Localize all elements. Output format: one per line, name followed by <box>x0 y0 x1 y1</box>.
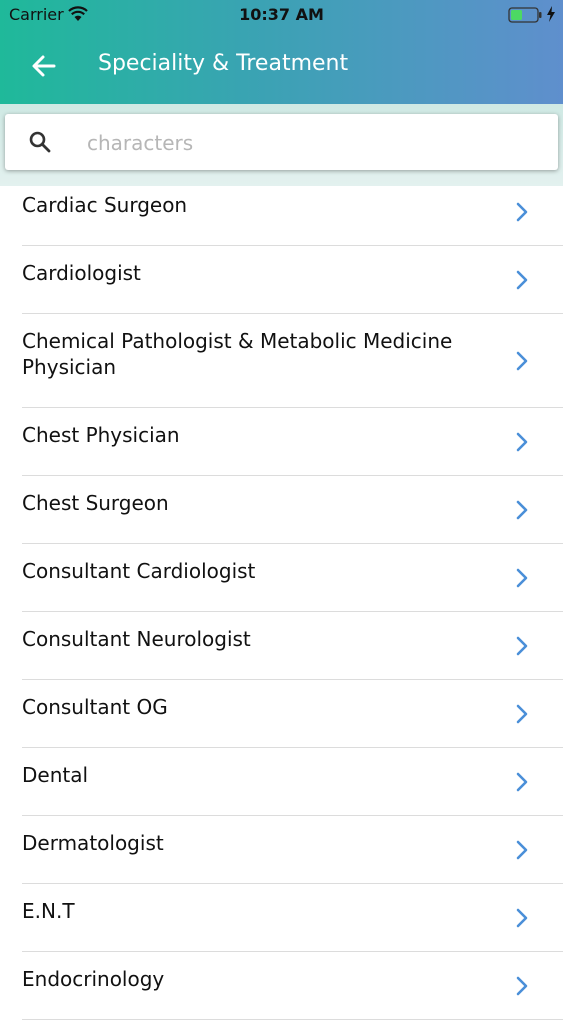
page-title: Speciality & Treatment <box>98 51 349 76</box>
list-item[interactable]: Endocrinology <box>22 952 563 1020</box>
list-item-label: E.N.T <box>22 899 75 923</box>
chevron-right-icon <box>515 839 529 867</box>
chevron-right-icon <box>515 201 529 229</box>
list-item[interactable]: Consultant OG <box>22 680 563 748</box>
list-item[interactable]: Chest Surgeon <box>22 476 563 544</box>
list-item[interactable]: Dental <box>22 748 563 816</box>
list-item-label: Dermatologist <box>22 831 164 855</box>
search-bar[interactable] <box>5 114 558 170</box>
list-item-label: Consultant Neurologist <box>22 627 251 651</box>
list-item-label: Endocrinology <box>22 967 165 991</box>
list-item-label: Chest Physician <box>22 423 180 447</box>
list-item-label: Cardiologist <box>22 261 141 285</box>
speciality-list: Cardiac Surgeon Cardiologist Chemical Pa… <box>0 178 563 1020</box>
chevron-right-icon <box>515 499 529 527</box>
chevron-right-icon <box>515 975 529 1003</box>
list-item-label: Chemical Pathologist & Metabolic Medicin… <box>22 329 453 379</box>
list-item[interactable]: Consultant Cardiologist <box>22 544 563 612</box>
list-item-label: Dental <box>22 763 89 787</box>
list-item[interactable]: E.N.T <box>22 884 563 952</box>
list-item[interactable]: Cardiac Surgeon <box>22 178 563 246</box>
list-item[interactable]: Dermatologist <box>22 816 563 884</box>
list-item[interactable]: Chemical Pathologist & Metabolic Medicin… <box>22 314 563 408</box>
list-item-label: Consultant OG <box>22 695 168 719</box>
list-item-label: Cardiac Surgeon <box>22 193 188 217</box>
chevron-right-icon <box>515 350 529 378</box>
status-time: 10:37 AM <box>239 5 324 24</box>
battery-icon <box>508 7 544 27</box>
list-item[interactable]: Cardiologist <box>22 246 563 314</box>
chevron-right-icon <box>515 269 529 297</box>
list-item[interactable]: Chest Physician <box>22 408 563 476</box>
back-arrow-icon[interactable] <box>30 52 58 80</box>
search-icon <box>28 130 52 158</box>
chevron-right-icon <box>515 431 529 459</box>
list-item[interactable]: Consultant Neurologist <box>22 612 563 680</box>
list-item-label: Chest Surgeon <box>22 491 169 515</box>
app-header: Carrier 10:37 AM Speciality & Treatment <box>0 0 563 104</box>
search-input[interactable] <box>85 124 539 162</box>
chevron-right-icon <box>515 771 529 799</box>
chevron-right-icon <box>515 567 529 595</box>
chevron-right-icon <box>515 703 529 731</box>
status-bar: Carrier 10:37 AM <box>0 0 563 30</box>
charging-icon <box>546 6 556 26</box>
list-item-label: Consultant Cardiologist <box>22 559 256 583</box>
chevron-right-icon <box>515 907 529 935</box>
chevron-right-icon <box>515 635 529 663</box>
